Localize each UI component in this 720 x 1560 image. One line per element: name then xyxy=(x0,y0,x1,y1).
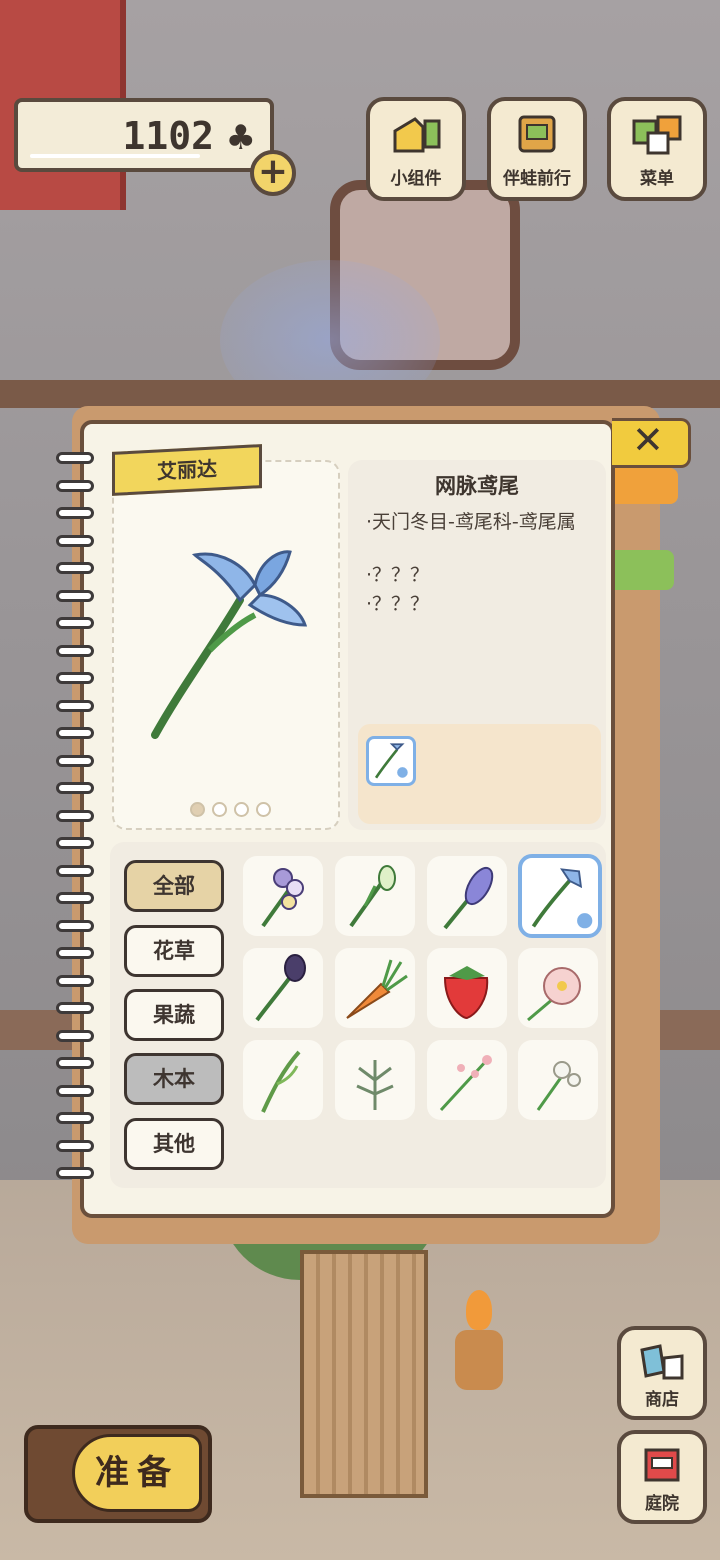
binder-ring xyxy=(56,1139,94,1152)
binder-ring xyxy=(56,479,94,492)
carrot-icon xyxy=(346,959,408,1019)
name-tag: 艾丽达 xyxy=(112,444,262,496)
item-white-clover-flower[interactable] xyxy=(518,1040,598,1120)
yard-button[interactable]: 庭院 xyxy=(617,1430,707,1524)
category-other[interactable]: 其他 xyxy=(124,1118,224,1170)
page-dot[interactable] xyxy=(212,802,227,817)
binder-ring xyxy=(56,1002,94,1014)
binder-ring xyxy=(56,864,94,877)
pansy-icon xyxy=(261,868,304,928)
blue-iris-icon xyxy=(531,868,593,929)
shop-label: 商店 xyxy=(645,1390,679,1410)
orange-tab[interactable] xyxy=(612,468,678,504)
blue-iris-small-icon xyxy=(374,743,408,779)
close-icon[interactable]: ✕ xyxy=(632,418,664,462)
binder-ring xyxy=(56,947,94,959)
lamp-flame xyxy=(466,1290,492,1330)
herb-icon xyxy=(356,1060,394,1110)
binder-ring xyxy=(56,727,94,739)
shop-bag-icon xyxy=(640,1344,684,1380)
category-all[interactable]: 全部 xyxy=(124,860,224,912)
info-line-unknown-2: ·？？？ xyxy=(366,593,430,615)
binder-ring xyxy=(56,1029,94,1042)
add-clover-button[interactable]: + xyxy=(250,150,296,196)
widget-icon xyxy=(393,117,441,153)
menu-icon xyxy=(632,115,682,155)
page-dot[interactable] xyxy=(256,802,271,817)
binder-ring xyxy=(56,452,94,464)
white-clover-flower-icon xyxy=(536,1061,581,1111)
menu-label: 菜单 xyxy=(640,169,674,189)
binder-ring xyxy=(56,782,94,794)
binder-ring xyxy=(56,1057,94,1069)
shelf xyxy=(0,380,720,408)
green-tab[interactable] xyxy=(612,550,674,590)
binder-ring xyxy=(56,837,94,849)
hyacinth-icon xyxy=(443,866,494,930)
strawberry-icon xyxy=(443,966,489,1020)
notebook-rings xyxy=(56,452,96,1192)
pink-sprig-icon xyxy=(439,1055,492,1112)
binder-ring xyxy=(56,672,94,684)
wooden-gate xyxy=(300,1250,428,1498)
yard-label: 庭院 xyxy=(645,1494,679,1514)
item-pink-sprig[interactable] xyxy=(427,1040,507,1120)
binder-ring xyxy=(56,699,94,712)
page-dot[interactable] xyxy=(234,802,249,817)
binder-ring xyxy=(56,892,94,904)
binder-ring xyxy=(56,644,94,657)
green-sprout-icon xyxy=(261,1050,301,1113)
white-flower-icon xyxy=(349,865,396,928)
binder-ring xyxy=(56,919,94,932)
yard-gate-icon xyxy=(644,1448,680,1482)
item-pansy[interactable] xyxy=(243,856,323,936)
item-white-flower[interactable] xyxy=(335,856,415,936)
binder-ring xyxy=(56,562,94,574)
companion-icon xyxy=(518,115,556,153)
clover-icon: ♣ xyxy=(225,118,256,158)
purple-tulip-icon xyxy=(255,954,306,1022)
binder-ring xyxy=(56,754,94,767)
item-pink-blossom[interactable] xyxy=(518,948,598,1028)
item-green-sprout[interactable] xyxy=(243,1040,323,1120)
page-dots xyxy=(190,802,271,817)
binder-ring xyxy=(56,589,94,602)
binder-ring xyxy=(56,617,94,629)
item-strawberry[interactable] xyxy=(427,948,507,1028)
companion-label: 伴蛙前行 xyxy=(503,169,571,189)
widget-button[interactable]: 小组件 xyxy=(366,97,466,201)
binder-ring xyxy=(56,974,94,987)
pink-blossom-icon xyxy=(527,967,581,1022)
binder-ring xyxy=(56,1112,94,1124)
page-dot[interactable] xyxy=(190,802,205,817)
item-carrot[interactable] xyxy=(335,948,415,1028)
binder-ring xyxy=(56,1167,94,1179)
binder-ring xyxy=(56,534,94,547)
binder-ring xyxy=(56,507,94,519)
item-hyacinth[interactable] xyxy=(427,856,507,936)
info-line-unknown-1: ·？？？ xyxy=(366,564,430,586)
widget-label: 小组件 xyxy=(390,169,442,189)
ready-button[interactable]: 准备 xyxy=(72,1434,202,1512)
category-woody[interactable]: 木本 xyxy=(124,1053,224,1105)
category-flowers[interactable]: 花草 xyxy=(124,925,224,977)
shop-button[interactable]: 商店 xyxy=(617,1326,707,1420)
item-purple-tulip[interactable] xyxy=(243,948,323,1028)
info-line-classification: ·天门冬目-鸢尾科-鸢尾属 xyxy=(366,511,576,533)
variant-thumbnail[interactable] xyxy=(366,736,416,786)
clover-counter: 1102 ♣ xyxy=(14,98,274,172)
lamp xyxy=(455,1330,503,1390)
binder-ring xyxy=(56,809,94,822)
item-blue-iris-selected[interactable] xyxy=(518,854,602,938)
flower-title: 网脉鸢尾 xyxy=(435,474,519,498)
menu-button[interactable]: 菜单 xyxy=(607,97,707,201)
blue-iris-large-icon xyxy=(151,550,308,739)
category-fruits-vegetables[interactable]: 果蔬 xyxy=(124,989,224,1041)
clover-underline xyxy=(30,154,200,158)
clover-count: 1102 xyxy=(122,114,214,158)
item-herb[interactable] xyxy=(335,1040,415,1120)
binder-ring xyxy=(56,1084,94,1097)
companion-button[interactable]: 伴蛙前行 xyxy=(487,97,587,201)
